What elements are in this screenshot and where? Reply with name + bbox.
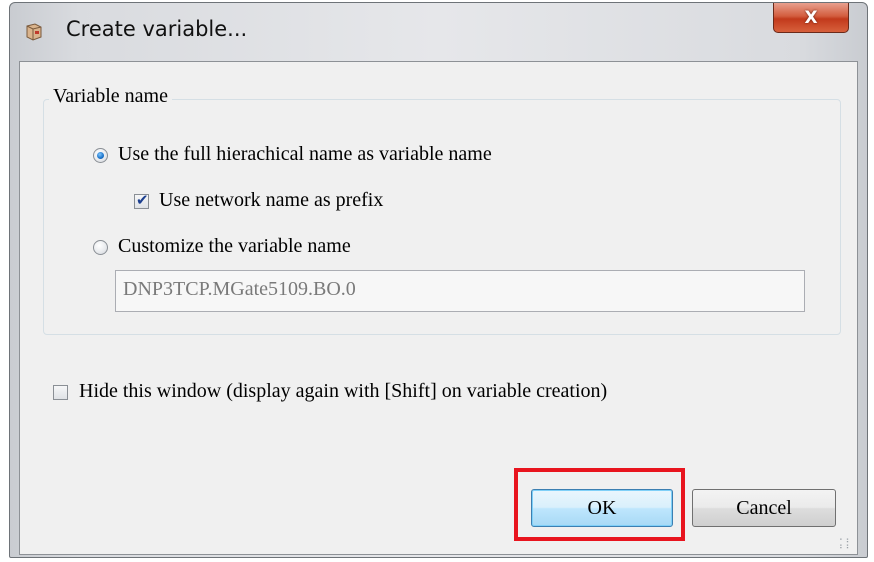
checkbox-hide-window-label[interactable]: Hide this window (display again with [Sh… bbox=[79, 380, 607, 403]
custom-variable-name-input[interactable]: DNP3TCP.MGate5109.BO.0 bbox=[115, 270, 805, 312]
group-legend: Variable name bbox=[49, 85, 172, 108]
radio-full-name-label[interactable]: Use the full hierachical name as variabl… bbox=[118, 143, 492, 166]
create-variable-dialog: Create variable... X Variable name Use t… bbox=[9, 2, 868, 558]
close-icon: X bbox=[804, 7, 818, 28]
close-button[interactable]: X bbox=[773, 3, 849, 33]
checkbox-hide-window[interactable] bbox=[53, 385, 68, 400]
ok-button-highlight bbox=[514, 468, 685, 541]
radio-full-name[interactable] bbox=[93, 148, 108, 163]
checkmark-icon: ✔ bbox=[136, 191, 149, 209]
dialog-title: Create variable... bbox=[66, 17, 248, 41]
checkbox-network-prefix-label[interactable]: Use network name as prefix bbox=[159, 189, 383, 212]
dialog-body: Variable name Use the full hierachical n… bbox=[19, 61, 858, 555]
resize-grip-icon[interactable]: ⠂⠆ ⠆⠆ bbox=[839, 537, 852, 552]
cancel-button[interactable]: Cancel bbox=[692, 489, 836, 527]
title-bar[interactable]: Create variable... X bbox=[10, 3, 867, 59]
radio-customize-label[interactable]: Customize the variable name bbox=[118, 235, 351, 258]
app-icon bbox=[26, 23, 42, 41]
checkbox-network-prefix[interactable]: ✔ bbox=[134, 191, 149, 209]
radio-customize[interactable] bbox=[93, 240, 108, 255]
